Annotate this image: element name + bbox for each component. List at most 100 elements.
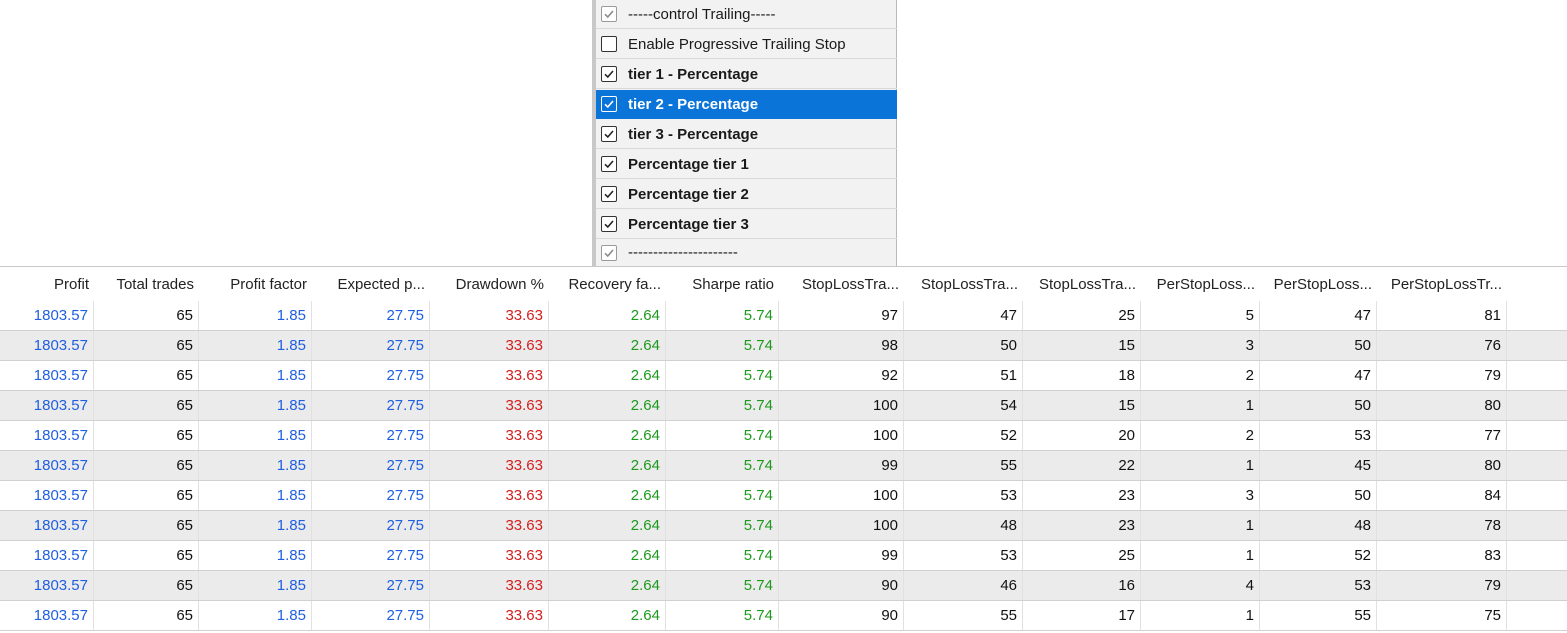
table-cell: 53: [904, 481, 1023, 510]
column-header[interactable]: PerStopLoss...: [1141, 267, 1260, 301]
column-header[interactable]: StopLossTra...: [779, 267, 904, 301]
checkbox-icon[interactable]: [601, 6, 617, 22]
table-cell: 53: [1260, 571, 1377, 600]
column-header[interactable]: Drawdown %: [430, 267, 549, 301]
table-cell: 5.74: [666, 601, 779, 630]
column-header[interactable]: Total trades: [94, 267, 199, 301]
table-cell: 25: [1023, 541, 1141, 570]
table-cell: 1: [1141, 391, 1260, 420]
dropdown-item[interactable]: tier 3 - Percentage: [596, 120, 897, 149]
table-cell: 5.74: [666, 301, 779, 330]
table-cell: 99: [779, 451, 904, 480]
table-row[interactable]: 1803.57 65 1.85 27.75 33.63 2.64 5.74 90 55 17 1 55…: [0, 601, 1567, 631]
table-cell: 23: [1023, 481, 1141, 510]
dropdown-item[interactable]: Percentage tier 3: [596, 210, 897, 239]
table-cell: 1.85: [199, 481, 312, 510]
table-cell: 65: [94, 511, 199, 540]
column-header[interactable]: StopLossTra...: [904, 267, 1023, 301]
table-cell: 33.63: [430, 421, 549, 450]
table-row[interactable]: 1803.57 65 1.85 27.75 33.63 2.64 5.74 98 50 15 3 50…: [0, 331, 1567, 361]
table-cell: 27.75: [312, 541, 430, 570]
table-cell: 1: [1141, 541, 1260, 570]
column-header[interactable]: Sharpe ratio: [666, 267, 779, 301]
dropdown-item[interactable]: Percentage tier 2: [596, 180, 897, 209]
dropdown-item[interactable]: -----control Trailing-----: [596, 0, 897, 29]
table-cell: 3: [1141, 481, 1260, 510]
column-header[interactable]: Recovery fa...: [549, 267, 666, 301]
table-cell: 20: [1023, 421, 1141, 450]
table-cell: 53: [1260, 421, 1377, 450]
table-cell: 52: [904, 421, 1023, 450]
table-cell: 92: [779, 361, 904, 390]
dropdown-item-label: Percentage tier 2: [628, 185, 749, 203]
column-header[interactable]: StopLossTra...: [1023, 267, 1141, 301]
table-row[interactable]: 1803.57 65 1.85 27.75 33.63 2.64 5.74 99 53 25 1 52…: [0, 541, 1567, 571]
table-cell: 27.75: [312, 361, 430, 390]
checkbox-icon[interactable]: [601, 216, 617, 232]
table-cell: 55: [1260, 601, 1377, 630]
dropdown-item-label: Enable Progressive Trailing Stop: [628, 35, 846, 53]
checkbox-icon[interactable]: [601, 96, 617, 112]
table-cell: 27.75: [312, 601, 430, 630]
dropdown-item[interactable]: tier 1 - Percentage: [596, 60, 897, 89]
table-cell: 1803.57: [0, 301, 94, 330]
column-header[interactable]: PerStopLossTr...: [1377, 267, 1507, 301]
dropdown-item[interactable]: Enable Progressive Trailing Stop: [596, 30, 897, 59]
table-cell: 65: [94, 331, 199, 360]
table-row[interactable]: 1803.57 65 1.85 27.75 33.63 2.64 5.74 100 54 15 1 5…: [0, 391, 1567, 421]
table-cell: 97: [779, 301, 904, 330]
table-row[interactable]: 1803.57 65 1.85 27.75 33.63 2.64 5.74 100 52 20 2 5…: [0, 421, 1567, 451]
table-cell: 5.74: [666, 361, 779, 390]
dropdown-item[interactable]: tier 2 - Percentage: [596, 90, 897, 119]
column-header[interactable]: Profit factor: [199, 267, 312, 301]
table-cell: 1: [1141, 601, 1260, 630]
table-row[interactable]: 1803.57 65 1.85 27.75 33.63 2.64 5.74 97 47 25 5 47…: [0, 301, 1567, 331]
table-row[interactable]: 1803.57 65 1.85 27.75 33.63 2.64 5.74 100 53 23 3 5…: [0, 481, 1567, 511]
dropdown-item[interactable]: Percentage tier 1: [596, 150, 897, 179]
table-cell: 1: [1141, 511, 1260, 540]
table-cell: 90: [779, 571, 904, 600]
table-row[interactable]: 1803.57 65 1.85 27.75 33.63 2.64 5.74 90 46 16 4 53…: [0, 571, 1567, 601]
table-cell: 100: [779, 421, 904, 450]
table-row[interactable]: 1803.57 65 1.85 27.75 33.63 2.64 5.74 99 55 22 1 45…: [0, 451, 1567, 481]
table-cell: 79: [1377, 571, 1507, 600]
table-row[interactable]: 1803.57 65 1.85 27.75 33.63 2.64 5.74 100 48 23 1 4…: [0, 511, 1567, 541]
column-header[interactable]: Profit: [0, 267, 94, 301]
table-row[interactable]: 1803.57 65 1.85 27.75 33.63 2.64 5.74 92 51 18 2 47…: [0, 361, 1567, 391]
table-cell: 80: [1377, 391, 1507, 420]
table-cell: 55: [904, 601, 1023, 630]
table-cell: 50: [904, 331, 1023, 360]
table-cell: 2: [1141, 421, 1260, 450]
table-cell: 2.64: [549, 571, 666, 600]
table-cell: 27.75: [312, 511, 430, 540]
column-header[interactable]: Expected p...: [312, 267, 430, 301]
table-cell: 50: [1260, 481, 1377, 510]
table-cell: 1.85: [199, 331, 312, 360]
checkbox-icon[interactable]: [601, 244, 617, 261]
table-cell: 1.85: [199, 511, 312, 540]
table-cell: 1803.57: [0, 391, 94, 420]
table-cell: 1.85: [199, 571, 312, 600]
table-cell: 99: [779, 541, 904, 570]
dropdown-item[interactable]: ----------------------: [596, 239, 897, 266]
table-cell: 53: [904, 541, 1023, 570]
checkbox-icon[interactable]: [601, 126, 617, 142]
dropdown-item-label: tier 2 - Percentage: [628, 95, 759, 113]
table-cell: 1: [1141, 451, 1260, 480]
column-header[interactable]: PerStopLoss...: [1260, 267, 1377, 301]
table-cell: 1803.57: [0, 451, 94, 480]
table-cell: 76: [1377, 331, 1507, 360]
table-cell: 27.75: [312, 331, 430, 360]
checkbox-icon[interactable]: [601, 36, 617, 52]
table-cell: 2.64: [549, 391, 666, 420]
table-cell: 33.63: [430, 511, 549, 540]
checkbox-icon[interactable]: [601, 66, 617, 82]
table-cell: 1803.57: [0, 571, 94, 600]
table-cell: 1803.57: [0, 541, 94, 570]
table-cell: 65: [94, 421, 199, 450]
table-cell: 5.74: [666, 481, 779, 510]
checkbox-icon[interactable]: [601, 186, 617, 202]
table-cell: 1.85: [199, 451, 312, 480]
checkbox-icon[interactable]: [601, 156, 617, 172]
table-cell: 4: [1141, 571, 1260, 600]
